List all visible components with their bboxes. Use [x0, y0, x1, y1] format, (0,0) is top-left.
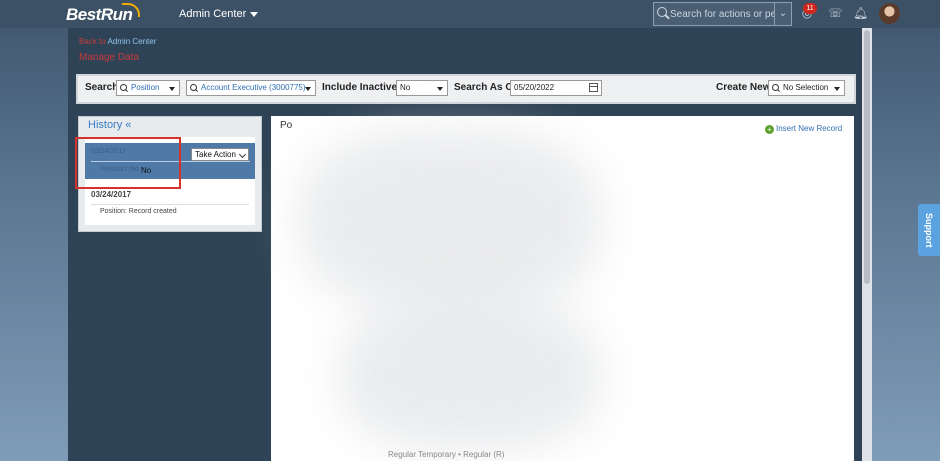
breadcrumb-prefix: Back to: [79, 37, 106, 46]
create-new-select[interactable]: No Selection: [768, 80, 845, 96]
highlight-annotation-box: [75, 137, 181, 189]
search-as-of-value: 05/20/2022: [514, 83, 555, 92]
include-inactives-select[interactable]: No: [396, 80, 448, 96]
plus-icon[interactable]: +: [765, 125, 774, 134]
support-tab[interactable]: Support: [918, 204, 940, 256]
history-item-desc: Position: Record created: [100, 208, 177, 215]
search-type-select[interactable]: Position: [116, 80, 180, 96]
create-new-label: Create New: [716, 82, 771, 93]
include-inactives-label: Include Inactives:: [322, 82, 406, 93]
caret-down-icon: [250, 11, 259, 17]
search-value-select[interactable]: Account Executive (3000775): [186, 80, 316, 96]
breadcrumb: Back to Admin Center: [79, 37, 156, 46]
global-search-input[interactable]: [668, 6, 776, 22]
chevron-down-icon: ⌄: [778, 8, 788, 19]
include-inactives-value: No: [400, 83, 411, 92]
history-divider: [91, 204, 249, 205]
insert-new-record-link[interactable]: Insert New Record: [776, 124, 842, 133]
breadcrumb-admin-center-link[interactable]: Admin Center: [107, 37, 156, 46]
record-field-fragment: Regular Temporary • Regular (R): [388, 450, 505, 459]
search-as-of-date[interactable]: 05/20/2022: [510, 80, 602, 96]
search-scope-dropdown[interactable]: ⌄: [774, 2, 792, 26]
module-label: Admin Center: [179, 8, 247, 20]
chevron-down-icon: [238, 150, 247, 159]
search-icon: [772, 84, 779, 91]
take-action-dropdown[interactable]: Take Action: [191, 148, 249, 161]
calendar-icon[interactable]: [589, 83, 598, 92]
record-title-fragment: Po: [280, 120, 293, 131]
scroll-thumb[interactable]: [864, 30, 870, 284]
module-switcher[interactable]: Admin Center: [179, 8, 259, 20]
dropdown-arrow-icon: [437, 87, 443, 91]
search-icon: [657, 7, 667, 17]
dropdown-arrow-icon: [169, 87, 175, 91]
search-type-value: Position: [131, 83, 160, 92]
search-icon: [190, 84, 197, 91]
top-navigation-bar: [0, 0, 940, 28]
help-icon[interactable]: ☏: [828, 6, 843, 20]
avatar[interactable]: [879, 3, 900, 24]
dropdown-arrow-icon: [834, 87, 840, 91]
notification-badge: 11: [803, 3, 817, 14]
create-new-value: No Selection: [783, 83, 829, 92]
page-title: Manage Data: [79, 52, 140, 63]
search-label: Search: [85, 82, 119, 93]
global-search[interactable]: [653, 2, 776, 26]
history-item-date[interactable]: 03/24/2017: [91, 190, 131, 199]
blurred-content: [300, 130, 600, 310]
search-value: Account Executive (3000775): [201, 83, 306, 92]
support-label: Support: [924, 213, 934, 248]
blurred-content: [340, 300, 600, 450]
bell-icon[interactable]: 🔔︎: [853, 6, 868, 20]
history-title[interactable]: History «: [88, 119, 131, 131]
dropdown-arrow-icon: [305, 87, 311, 91]
take-action-label: Take Action: [195, 150, 236, 159]
search-icon: [120, 84, 127, 91]
